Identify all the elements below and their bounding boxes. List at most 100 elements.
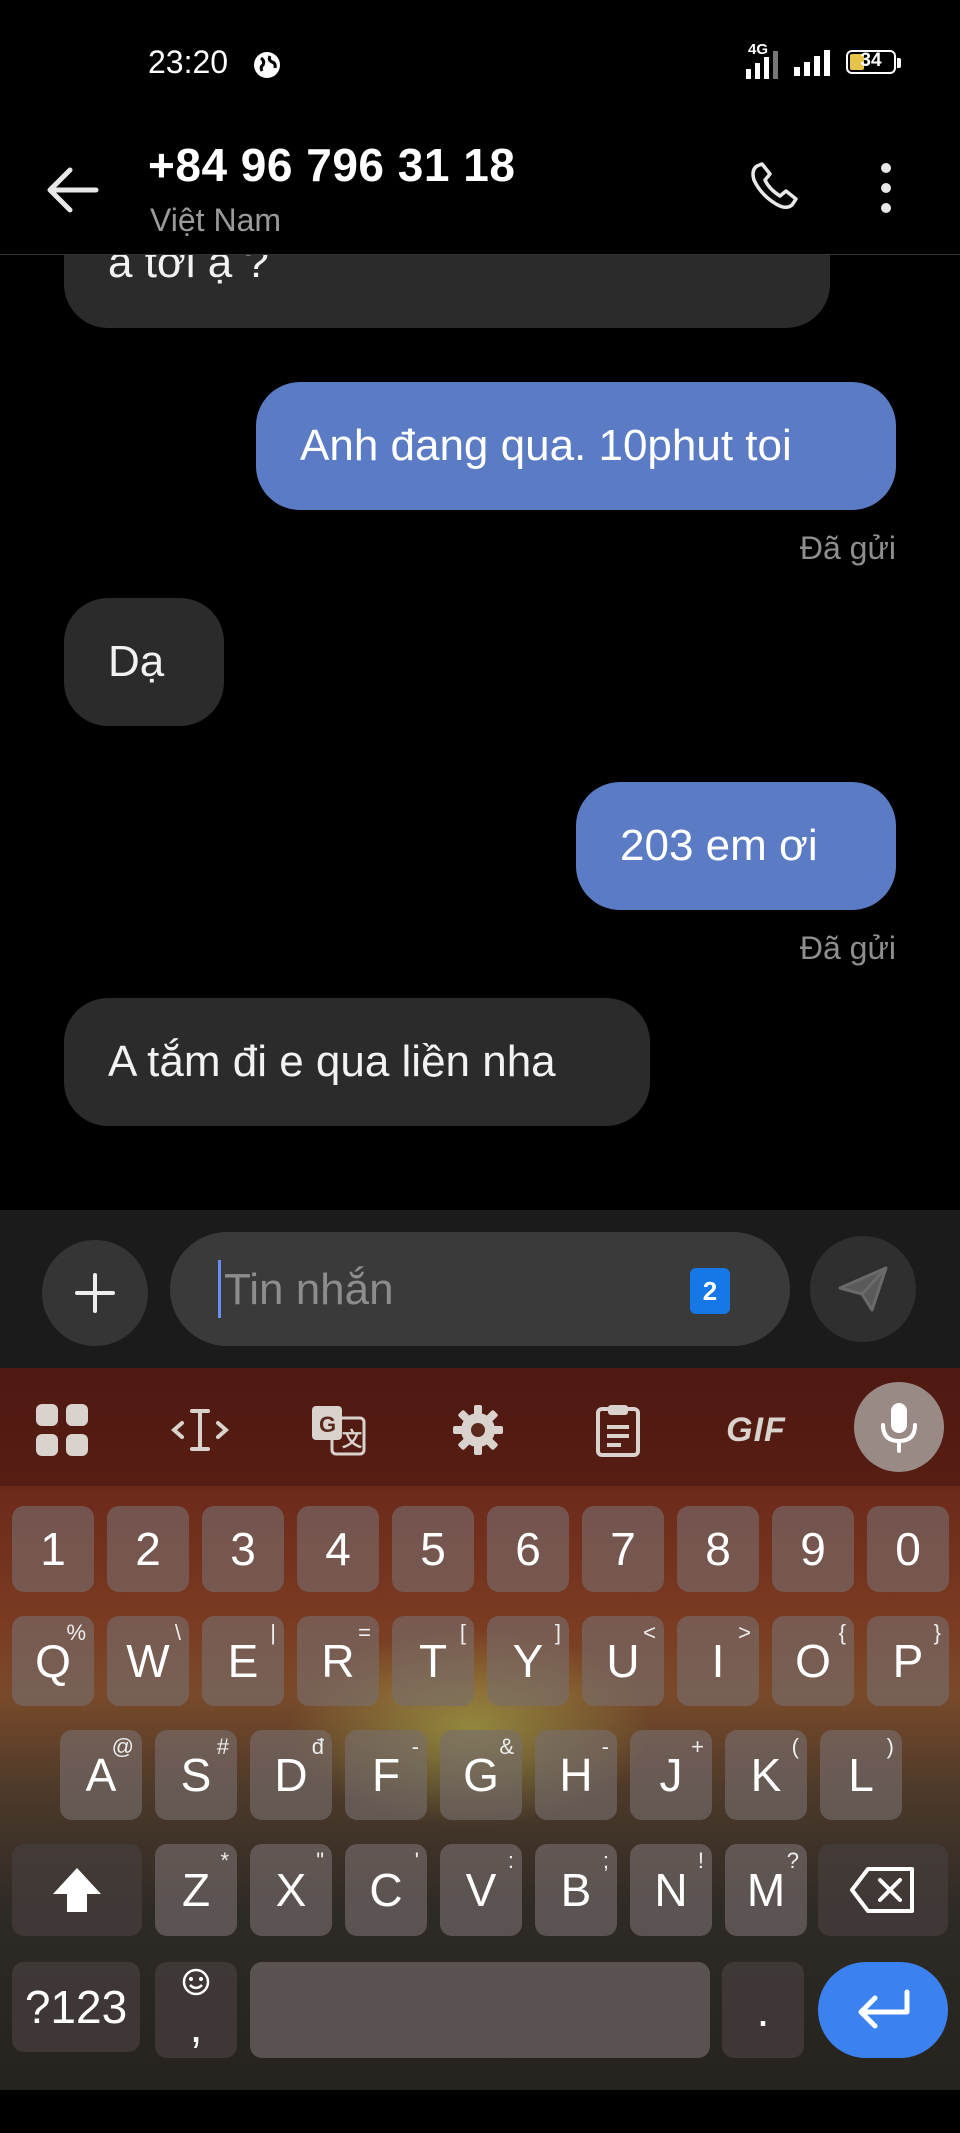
space-key[interactable]: [250, 1962, 710, 2058]
key-f[interactable]: F-: [345, 1730, 427, 1820]
signal-strength-icon: [794, 48, 830, 76]
key-r[interactable]: R =: [297, 1616, 379, 1706]
symbols-key[interactable]: ?123: [12, 1962, 140, 2052]
sent-status: Đã gửi: [799, 930, 896, 966]
backspace-icon: [850, 1867, 914, 1913]
backspace-key[interactable]: [818, 1844, 948, 1936]
key-z[interactable]: Z *: [155, 1844, 237, 1936]
contact-number: +84 96 796 31 18: [148, 139, 516, 191]
key-t[interactable]: T[: [392, 1616, 474, 1706]
phone-icon[interactable]: [748, 158, 802, 212]
attach-button[interactable]: [42, 1240, 148, 1346]
key-4[interactable]: 4: [297, 1506, 379, 1592]
key-j[interactable]: J +: [630, 1730, 712, 1820]
key-label: 8: [705, 1523, 731, 1575]
message-text: Dạ: [108, 637, 165, 686]
more-options-icon[interactable]: [868, 158, 904, 218]
key-k[interactable]: K(: [725, 1730, 807, 1820]
message-bubble-incoming[interactable]: A tắm đi e qua liền nha: [64, 998, 650, 1126]
svg-text:G: G: [319, 1412, 336, 1437]
message-bubble-outgoing[interactable]: Anh đang qua. 10phut toi: [256, 382, 896, 510]
key-h[interactable]: H-: [535, 1730, 617, 1820]
key-u[interactable]: U <: [582, 1616, 664, 1706]
key-1[interactable]: 1: [12, 1506, 94, 1592]
key-label: 4: [325, 1523, 351, 1575]
key-label: L: [848, 1749, 874, 1801]
back-arrow-icon[interactable]: [40, 158, 104, 222]
key-label: E: [227, 1635, 259, 1687]
microphone-button[interactable]: [854, 1382, 944, 1472]
apps-grid-icon[interactable]: [22, 1390, 102, 1470]
key-hint: >: [738, 1620, 751, 1645]
key-label: W: [126, 1635, 170, 1687]
translate-icon[interactable]: G文: [298, 1390, 378, 1470]
key-hint: %: [66, 1620, 86, 1645]
shift-key[interactable]: [12, 1844, 142, 1936]
key-n[interactable]: N!: [630, 1844, 712, 1936]
comma-emoji-key[interactable]: ,: [155, 1962, 237, 2058]
key-hint: ': [414, 1848, 419, 1873]
key-0[interactable]: 0: [867, 1506, 949, 1592]
sent-status: Đã gửi: [799, 530, 896, 566]
key-label: X: [275, 1864, 307, 1916]
key-2[interactable]: 2: [107, 1506, 189, 1592]
clipboard-icon[interactable]: [578, 1390, 658, 1470]
send-button[interactable]: [810, 1236, 916, 1342]
text-caret: [218, 1260, 221, 1318]
key-8[interactable]: 8: [677, 1506, 759, 1592]
key-d[interactable]: Dđ: [250, 1730, 332, 1820]
keyboard-toolbar: G文 GIF: [0, 1368, 960, 1486]
key-q[interactable]: Q%: [12, 1616, 94, 1706]
period-key[interactable]: .: [722, 1962, 804, 2058]
key-label: B: [560, 1864, 592, 1916]
compose-bar: 2: [0, 1210, 960, 1368]
conversation-header: +84 96 796 31 18 Việt Nam: [0, 100, 960, 255]
key-a[interactable]: A @: [60, 1730, 142, 1820]
key-g[interactable]: G &: [440, 1730, 522, 1820]
network-4g-signal-icon: 4G: [736, 41, 778, 79]
sim-badge[interactable]: 2: [690, 1268, 730, 1314]
key-hint: ": [316, 1848, 324, 1873]
enter-key[interactable]: [818, 1962, 948, 2058]
key-label: 5: [420, 1523, 446, 1575]
key-3[interactable]: 3: [202, 1506, 284, 1592]
message-bubble-outgoing[interactable]: 203 em ơi: [576, 782, 896, 910]
key-label: 6: [515, 1523, 541, 1575]
key-l[interactable]: L): [820, 1730, 902, 1820]
key-hint: :: [507, 1848, 514, 1873]
key-hint: |: [270, 1620, 276, 1645]
key-9[interactable]: 9: [772, 1506, 854, 1592]
battery-icon: 34: [846, 50, 901, 74]
text-cursor-icon[interactable]: [160, 1390, 240, 1470]
key-i[interactable]: I >: [677, 1616, 759, 1706]
message-bubble-incoming[interactable]: Dạ: [64, 598, 224, 726]
key-label: ,: [189, 2000, 203, 2052]
vpn-globe-icon: [254, 52, 280, 78]
status-time: 23:20: [148, 44, 229, 80]
key-o[interactable]: O{: [772, 1616, 854, 1706]
key-x[interactable]: X ": [250, 1844, 332, 1936]
key-5[interactable]: 5: [392, 1506, 474, 1592]
key-y[interactable]: Y]: [487, 1616, 569, 1706]
key-v[interactable]: V:: [440, 1844, 522, 1936]
key-label: J: [659, 1749, 683, 1801]
key-m[interactable]: M?: [725, 1844, 807, 1936]
key-p[interactable]: P}: [867, 1616, 949, 1706]
key-w[interactable]: W \: [107, 1616, 189, 1706]
message-text: 203 em ơi: [620, 821, 818, 870]
message-field[interactable]: 2: [170, 1232, 790, 1346]
key-s[interactable]: S #: [155, 1730, 237, 1820]
message-list[interactable]: a tới ạ ? Anh đang qua. 10phut toi Đã gử…: [0, 200, 960, 1210]
key-e[interactable]: E |: [202, 1616, 284, 1706]
contact-country: Việt Nam: [150, 202, 282, 238]
message-input[interactable]: [222, 1256, 646, 1324]
key-label: 9: [800, 1523, 826, 1575]
key-label: T: [418, 1635, 448, 1687]
key-b[interactable]: B;: [535, 1844, 617, 1936]
settings-gear-icon[interactable]: [438, 1390, 518, 1470]
key-label: S: [180, 1749, 212, 1801]
key-7[interactable]: 7: [582, 1506, 664, 1592]
key-c[interactable]: C ': [345, 1844, 427, 1936]
key-6[interactable]: 6: [487, 1506, 569, 1592]
gif-button[interactable]: GIF: [716, 1390, 796, 1470]
